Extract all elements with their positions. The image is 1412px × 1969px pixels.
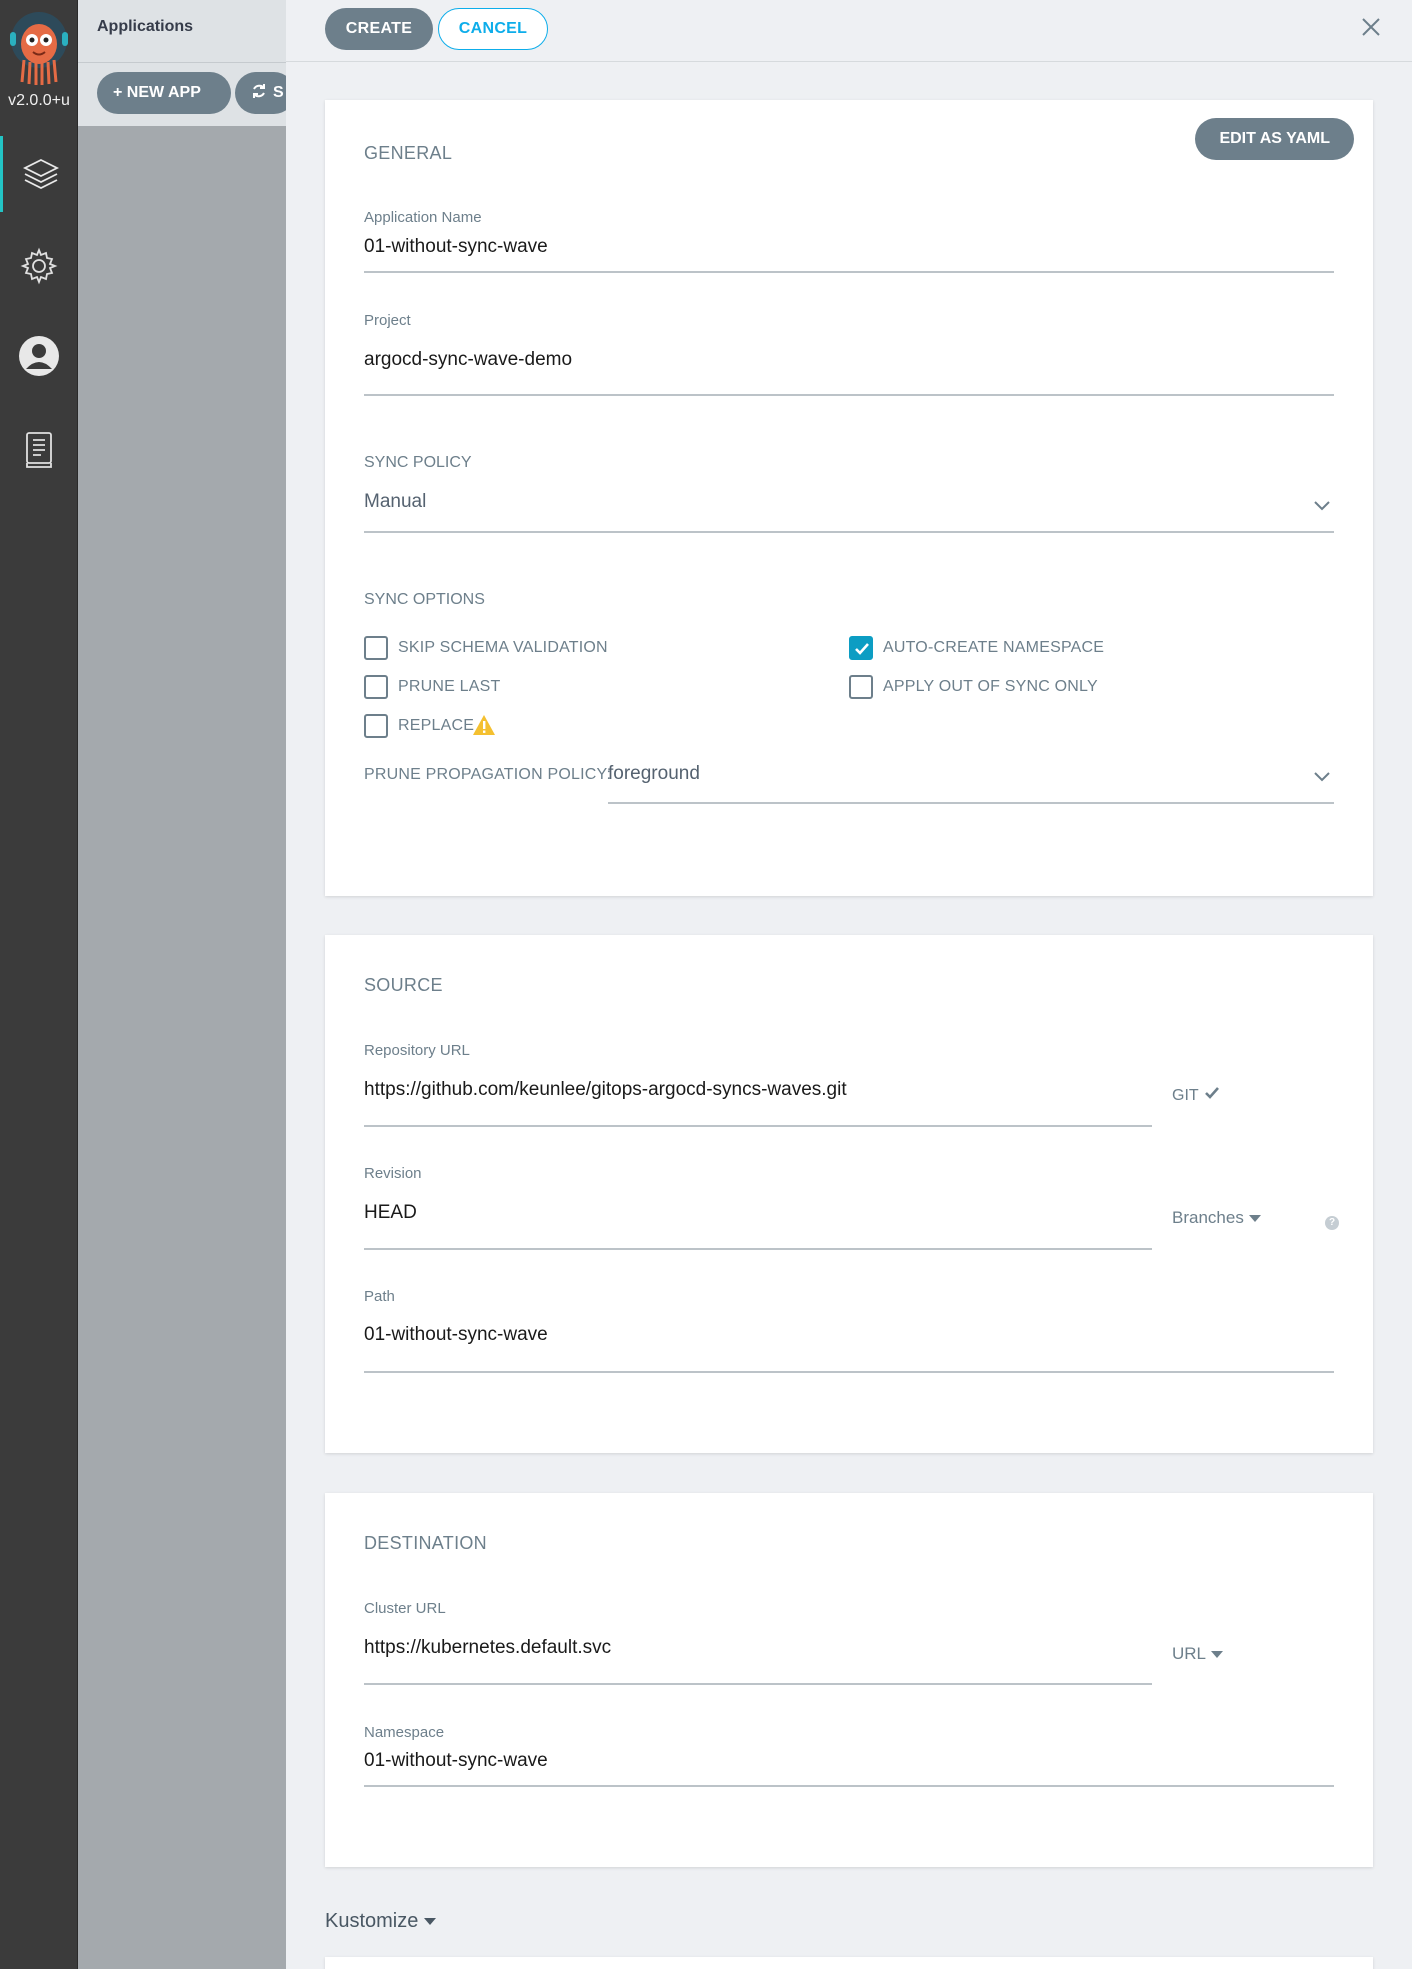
prune-policy-underline	[608, 802, 1334, 804]
repo-type-indicator: GIT	[1172, 1086, 1220, 1105]
cluster-mode-label: URL	[1172, 1644, 1207, 1663]
layers-icon	[21, 154, 61, 194]
cluster-url-label: Cluster URL	[364, 1600, 446, 1617]
destination-title: DESTINATION	[364, 1533, 487, 1553]
destination-section: DESTINATION Cluster URL https://kubernet…	[325, 1493, 1373, 1867]
argo-logo[interactable]	[8, 8, 70, 86]
replace-label: REPLACE	[398, 717, 475, 734]
path-underline	[364, 1371, 1334, 1373]
nav-item-docs[interactable]	[0, 412, 78, 488]
skip-schema-checkbox[interactable]	[364, 636, 388, 660]
app-name-label: Application Name	[364, 209, 482, 226]
caret-down-icon	[1248, 1214, 1261, 1222]
panel-toolbar: CREATE CANCEL	[286, 0, 1412, 62]
refresh-icon	[251, 83, 267, 104]
kustomize-dropdown[interactable]: Kustomize	[325, 1910, 437, 1933]
new-app-button[interactable]: + NEW APP	[97, 72, 231, 114]
source-section: SOURCE Repository URL https://github.com…	[325, 935, 1373, 1453]
project-input[interactable]: argocd-sync-wave-demo	[364, 349, 572, 371]
chevron-down-icon[interactable]	[1313, 499, 1331, 511]
page-title: Applications	[97, 18, 194, 35]
check-icon	[1204, 1086, 1220, 1105]
create-app-panel: CREATE CANCEL EDIT AS YAML GENERAL Appli…	[286, 0, 1412, 1969]
sync-policy-underline	[364, 531, 1334, 533]
cluster-url-underline	[364, 1683, 1152, 1685]
namespace-underline	[364, 1785, 1334, 1787]
docs-icon	[24, 431, 54, 469]
project-label: Project	[364, 312, 411, 329]
edit-as-yaml-button[interactable]: EDIT AS YAML	[1195, 118, 1354, 160]
nav-item-applications[interactable]	[0, 136, 78, 212]
user-icon	[18, 335, 60, 377]
auto-create-namespace-label: AUTO-CREATE NAMESPACE	[883, 639, 1105, 656]
version-label: v2.0.0+u	[8, 92, 70, 109]
revision-underline	[364, 1248, 1152, 1250]
header-divider	[78, 62, 288, 63]
apply-out-of-sync-label: APPLY OUT OF SYNC ONLY	[883, 678, 1098, 695]
skip-schema-label: SKIP SCHEMA VALIDATION	[398, 639, 608, 656]
project-underline	[364, 394, 1334, 396]
cluster-url-input[interactable]: https://kubernetes.default.svc	[364, 1637, 611, 1659]
app-name-underline	[364, 271, 1334, 273]
path-input[interactable]: 01-without-sync-wave	[364, 1324, 548, 1346]
help-icon[interactable]: ?	[1325, 1216, 1339, 1230]
sync-policy-select[interactable]: Manual	[364, 491, 426, 513]
source-title: SOURCE	[364, 975, 443, 995]
nav-item-settings[interactable]	[0, 228, 78, 304]
close-icon[interactable]	[1358, 14, 1384, 40]
prune-policy-select[interactable]: foreground	[608, 763, 700, 785]
warning-icon[interactable]	[472, 714, 496, 741]
auto-create-namespace-checkbox[interactable]	[849, 636, 873, 660]
modal-backdrop[interactable]	[78, 126, 286, 1969]
revision-mode-label: Branches	[1172, 1208, 1244, 1227]
cluster-mode-dropdown[interactable]: URL	[1172, 1644, 1224, 1664]
app-name-input[interactable]: 01-without-sync-wave	[364, 236, 548, 258]
sync-options-label: SYNC OPTIONS	[364, 591, 485, 608]
kustomize-section	[325, 1957, 1373, 1969]
replace-checkbox[interactable]	[364, 714, 388, 738]
nav-item-user[interactable]	[0, 318, 78, 394]
namespace-input[interactable]: 01-without-sync-wave	[364, 1750, 548, 1772]
sync-apps-label: S	[273, 84, 284, 101]
revision-mode-dropdown[interactable]: Branches	[1172, 1208, 1261, 1228]
cancel-button[interactable]: CANCEL	[438, 8, 548, 50]
prune-last-label: PRUNE LAST	[398, 678, 501, 695]
revision-input[interactable]: HEAD	[364, 1202, 417, 1224]
repo-type-label: GIT	[1172, 1086, 1199, 1104]
path-label: Path	[364, 1288, 395, 1305]
repo-url-input[interactable]: https://github.com/keunlee/gitops-argocd…	[364, 1079, 847, 1101]
sync-policy-label: SYNC POLICY	[364, 454, 472, 471]
repo-url-label: Repository URL	[364, 1042, 470, 1059]
prune-last-checkbox[interactable]	[364, 675, 388, 699]
kustomize-label: Kustomize	[325, 1910, 419, 1932]
chevron-down-icon[interactable]	[1313, 770, 1331, 782]
gear-icon	[20, 247, 58, 285]
namespace-label: Namespace	[364, 1724, 445, 1741]
prune-policy-label: PRUNE PROPAGATION POLICY:	[364, 766, 612, 783]
repo-url-underline	[364, 1125, 1152, 1127]
create-button[interactable]: CREATE	[325, 8, 433, 50]
apply-out-of-sync-checkbox[interactable]	[849, 675, 873, 699]
left-nav: v2.0.0+u	[0, 0, 78, 1969]
general-title: GENERAL	[364, 143, 453, 163]
general-section: EDIT AS YAML GENERAL Application Name 01…	[325, 100, 1373, 896]
revision-label: Revision	[364, 1165, 422, 1182]
caret-down-icon	[1211, 1650, 1224, 1658]
caret-down-icon	[424, 1918, 437, 1925]
